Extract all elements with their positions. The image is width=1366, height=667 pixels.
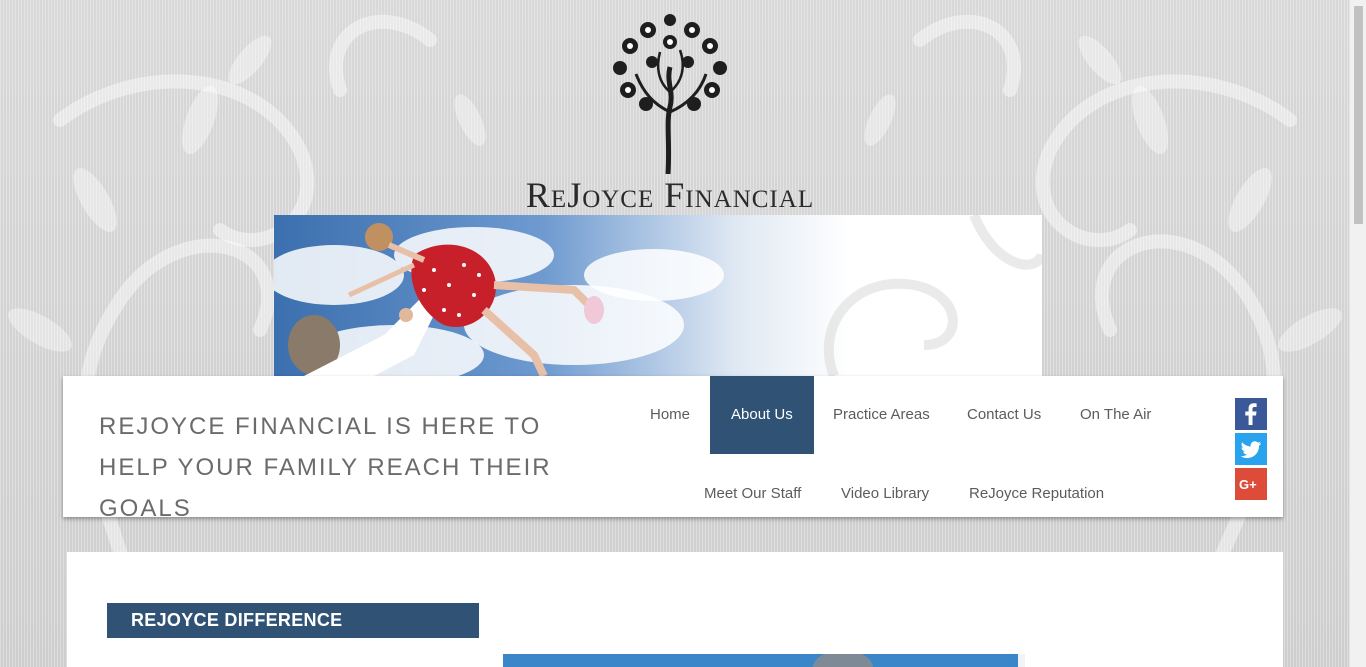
twitter-link[interactable] <box>1235 433 1267 465</box>
nav-practice-areas[interactable]: Practice Areas <box>812 376 951 454</box>
content-image <box>503 654 1025 667</box>
twitter-icon <box>1235 433 1267 465</box>
nav-about-us[interactable]: About Us <box>710 376 814 454</box>
tree-logo-icon <box>613 14 727 174</box>
content-card: REJOYCE DIFFERENCE <box>67 552 1283 667</box>
facebook-icon <box>1235 398 1267 430</box>
page-scrollbar[interactable] <box>1349 0 1366 667</box>
scrollbar-thumb[interactable] <box>1354 6 1363 224</box>
site-tagline: REJOYCE FINANCIAL IS HERE TO HELP YOUR F… <box>99 413 552 522</box>
hero-photo <box>274 215 1042 376</box>
site-logo[interactable]: ReJoyce Financial <box>500 12 840 217</box>
header-band: REJOYCE FINANCIAL IS HERE TO HELP YOUR F… <box>63 376 1283 522</box>
svg-text:G+: G+ <box>1239 477 1257 492</box>
nav-meet-our-staff[interactable]: Meet Our Staff <box>683 474 822 514</box>
nav-video-library[interactable]: Video Library <box>820 474 950 514</box>
logo-text: ReJoyce Financial <box>525 175 815 215</box>
google-plus-link[interactable]: G+ <box>1235 468 1267 500</box>
facebook-link[interactable] <box>1235 398 1267 430</box>
hero-banner <box>274 215 1042 376</box>
nav-contact-us[interactable]: Contact Us <box>946 376 1062 454</box>
section-heading: REJOYCE DIFFERENCE <box>107 603 479 638</box>
google-plus-icon: G+ <box>1235 468 1267 500</box>
nav-rejoyce-reputation[interactable]: ReJoyce Reputation <box>948 474 1125 514</box>
nav-on-the-air[interactable]: On The Air <box>1059 376 1172 454</box>
nav-home[interactable]: Home <box>629 376 711 454</box>
